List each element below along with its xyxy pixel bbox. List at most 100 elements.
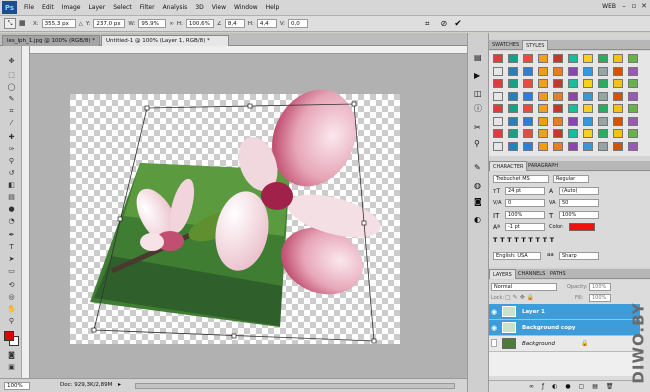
menu-view[interactable]: View bbox=[208, 4, 230, 11]
horizontal-scrollbar[interactable] bbox=[135, 383, 455, 389]
brush-presets-icon[interactable]: ◍ bbox=[474, 181, 481, 190]
style-swatch[interactable] bbox=[583, 141, 593, 151]
style-swatch[interactable] bbox=[583, 104, 593, 113]
style-swatch[interactable] bbox=[508, 54, 518, 63]
transform-tool-icon[interactable]: ⤡ bbox=[4, 18, 16, 29]
angle-field[interactable]: 8,4 bbox=[224, 19, 245, 28]
style-swatch[interactable] bbox=[628, 91, 638, 101]
style-swatch[interactable] bbox=[523, 91, 533, 101]
lock-icons[interactable]: ▢✎✥🔒 bbox=[505, 294, 536, 301]
transform-handle-left-middle[interactable] bbox=[117, 216, 123, 222]
style-swatch[interactable] bbox=[628, 79, 638, 88]
status-menu-icon[interactable]: ▸ bbox=[118, 381, 121, 388]
type-tool-icon[interactable]: T bbox=[6, 242, 17, 253]
style-swatch[interactable] bbox=[583, 91, 593, 101]
cancel-transform-icon[interactable]: ⊘ bbox=[441, 19, 448, 28]
menu-filter[interactable]: Filter bbox=[136, 4, 159, 11]
text-color-swatch[interactable] bbox=[569, 223, 595, 231]
baseline-shift-field[interactable]: -1 pt bbox=[505, 223, 545, 231]
style-swatch[interactable] bbox=[538, 91, 548, 101]
style-swatch[interactable] bbox=[493, 141, 503, 151]
gradient-tool-icon[interactable]: ▤ bbox=[6, 192, 17, 203]
tab-styles[interactable]: STYLES bbox=[522, 40, 549, 50]
style-swatch[interactable] bbox=[508, 91, 518, 101]
style-swatch[interactable] bbox=[538, 116, 548, 126]
style-swatch[interactable] bbox=[628, 129, 638, 138]
foreground-color-swatch[interactable] bbox=[4, 331, 14, 341]
style-swatch[interactable] bbox=[538, 54, 548, 63]
style-swatch[interactable] bbox=[598, 104, 608, 113]
info-panel-icon[interactable]: ⓘ bbox=[474, 103, 482, 114]
zoom-tool-icon[interactable]: ⚲ bbox=[6, 316, 17, 327]
clone-stamp-tool-icon[interactable]: ⚲ bbox=[6, 156, 17, 167]
style-swatch[interactable] bbox=[598, 79, 608, 88]
tab-paragraph[interactable]: PARAGRAPH bbox=[525, 161, 561, 171]
menu-analysis[interactable]: Analysis bbox=[159, 4, 192, 11]
horizontal-scale-field[interactable]: 100% bbox=[559, 211, 599, 219]
eraser-tool-icon[interactable]: ◧ bbox=[6, 180, 17, 191]
style-swatch[interactable] bbox=[583, 129, 593, 138]
marquee-tool-icon[interactable]: ⬚ bbox=[6, 70, 17, 81]
style-swatch[interactable] bbox=[538, 129, 548, 138]
style-swatch[interactable] bbox=[598, 129, 608, 138]
tab-swatches[interactable]: SWATCHES bbox=[489, 40, 522, 50]
transform-handle-right-middle[interactable] bbox=[361, 220, 367, 226]
style-swatch[interactable] bbox=[613, 141, 623, 151]
style-swatch[interactable] bbox=[568, 129, 578, 138]
close-icon[interactable]: ✕ bbox=[640, 2, 648, 11]
style-swatch[interactable] bbox=[568, 141, 578, 151]
blur-tool-icon[interactable]: ● bbox=[6, 204, 17, 215]
kerning-field[interactable]: 0 bbox=[505, 199, 545, 207]
hand-tool-icon[interactable]: ✋ bbox=[6, 304, 17, 315]
style-swatch[interactable] bbox=[598, 91, 608, 101]
actions-panel-icon[interactable]: ▶ bbox=[474, 71, 480, 80]
style-swatch[interactable] bbox=[613, 129, 623, 138]
reference-point-icon[interactable]: ▦ bbox=[19, 18, 30, 29]
style-swatch[interactable] bbox=[568, 91, 578, 101]
style-swatch[interactable] bbox=[568, 104, 578, 113]
transform-handle-top-middle[interactable] bbox=[247, 103, 253, 109]
crop-tool-icon[interactable]: ⌗ bbox=[6, 106, 17, 117]
menu-help[interactable]: Help bbox=[262, 4, 284, 11]
transform-handle-top-left[interactable] bbox=[144, 105, 150, 111]
style-swatch[interactable] bbox=[568, 79, 578, 88]
style-swatch[interactable] bbox=[598, 141, 608, 151]
style-swatch[interactable] bbox=[553, 66, 563, 76]
menu-file[interactable]: File bbox=[20, 4, 38, 11]
tracking-field[interactable]: 50 bbox=[559, 199, 599, 207]
eyedropper-tool-icon[interactable]: ⁄ bbox=[6, 118, 17, 129]
font-style-select[interactable]: Regular bbox=[553, 175, 589, 183]
opacity-field[interactable]: 100% bbox=[589, 283, 611, 291]
tab-paths[interactable]: PATHS bbox=[547, 269, 569, 279]
style-swatch[interactable] bbox=[598, 66, 608, 76]
style-swatch[interactable] bbox=[493, 91, 503, 101]
menu-select[interactable]: Select bbox=[109, 4, 136, 11]
style-swatch[interactable] bbox=[493, 66, 503, 76]
tab-layers[interactable]: LAYERS bbox=[489, 269, 516, 279]
anti-alias-select[interactable]: Sharp bbox=[559, 252, 599, 260]
navigator-panel-icon[interactable]: ◫ bbox=[474, 89, 482, 98]
blend-mode-select[interactable]: Normal bbox=[491, 283, 557, 291]
style-swatch[interactable] bbox=[523, 104, 533, 113]
style-swatch[interactable] bbox=[523, 141, 533, 151]
height-field[interactable]: 100,6% bbox=[185, 19, 214, 28]
3d-camera-tool-icon[interactable]: ◎ bbox=[6, 292, 17, 303]
transform-handle-top-right[interactable] bbox=[351, 101, 357, 107]
shape-tool-icon[interactable]: ▭ bbox=[6, 266, 17, 277]
style-swatch[interactable] bbox=[523, 129, 533, 138]
style-swatch[interactable] bbox=[508, 79, 518, 88]
visibility-toggle[interactable] bbox=[491, 339, 497, 347]
style-swatch[interactable] bbox=[568, 54, 578, 63]
pen-tool-icon[interactable]: ✒ bbox=[6, 230, 17, 241]
style-swatch[interactable] bbox=[553, 104, 563, 113]
style-swatch[interactable] bbox=[508, 116, 518, 126]
style-swatch[interactable] bbox=[493, 129, 503, 138]
style-swatch[interactable] bbox=[598, 54, 608, 63]
menu-3d[interactable]: 3D bbox=[191, 4, 207, 11]
brushes-panel-icon[interactable]: ✎ bbox=[474, 163, 481, 172]
canvas-area[interactable] bbox=[22, 46, 467, 378]
layer-row-background-copy[interactable]: ◉ Background copy bbox=[489, 320, 640, 336]
style-swatch[interactable] bbox=[553, 54, 563, 63]
h-skew-field[interactable]: 4,4 bbox=[256, 19, 277, 28]
width-field[interactable]: 95,9% bbox=[138, 19, 167, 28]
